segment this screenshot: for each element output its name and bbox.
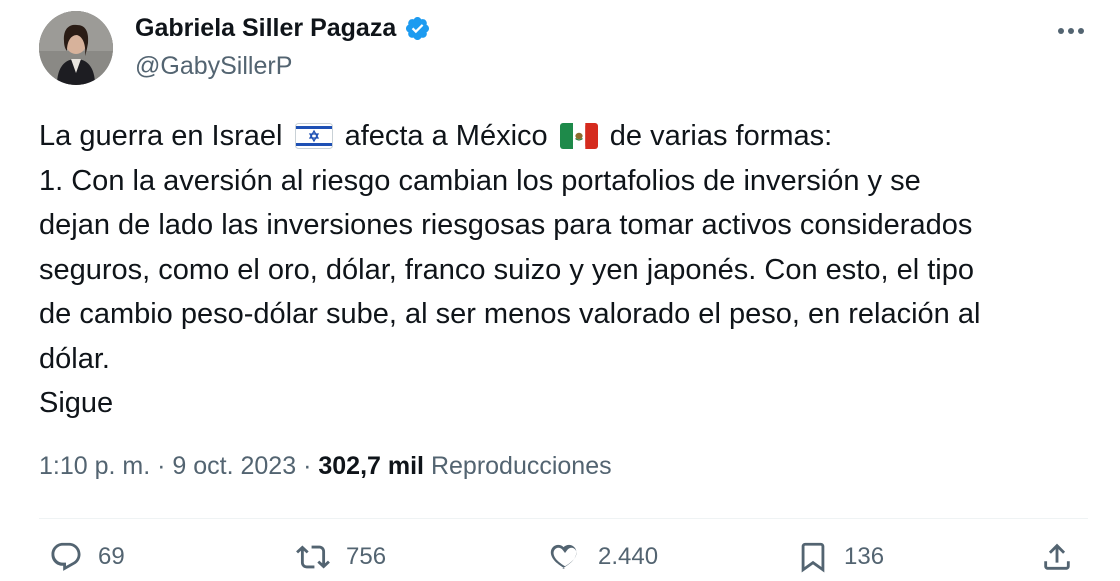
author-name-row[interactable]: Gabriela Siller Pagaza — [135, 14, 431, 43]
tweet-line: 1. Con la aversión al riesgo cambian los… — [39, 164, 921, 197]
tweet-line: dólar. — [39, 342, 110, 375]
tweet-time[interactable]: 1:10 p. m. — [39, 452, 150, 480]
reply-button[interactable]: 69 — [48, 540, 125, 574]
tweet-line: de cambio peso-dólar sube, al ser menos … — [39, 298, 981, 330]
tweet-line: seguros, como el oro, dólar, franco suiz… — [39, 253, 974, 286]
bookmark-button[interactable]: 136 — [796, 540, 884, 574]
tweet-date[interactable]: 9 oct. 2023 — [172, 452, 296, 480]
like-count: 2.440 — [598, 543, 659, 570]
tweet-text-segment: afecta a México — [344, 120, 548, 152]
repost-icon — [296, 545, 330, 569]
avatar[interactable] — [39, 11, 113, 85]
tweet-line: dejan de lado las inversiones riesgosas … — [39, 209, 973, 241]
reply-icon — [51, 542, 81, 571]
bookmark-count: 136 — [844, 543, 885, 570]
like-icon — [550, 544, 577, 569]
tweet-text-segment: de varias formas: — [609, 120, 833, 152]
more-options-button[interactable] — [1054, 14, 1088, 48]
author-name[interactable]: Gabriela Siller Pagaza — [135, 14, 396, 43]
divider — [39, 518, 1088, 519]
tweet-text: La guerra en Israel afecta a México de v… — [39, 114, 1099, 426]
reply-count: 69 — [98, 543, 125, 570]
author-handle[interactable]: @GabySillerP — [135, 52, 292, 81]
action-bar: 69 756 2.440 136 — [0, 540, 1120, 581]
israel-flag-emoji — [294, 123, 333, 149]
meta-separator: · — [157, 452, 166, 480]
tweet-text-segment: La guerra en Israel — [39, 120, 283, 152]
mexico-flag-emoji — [559, 123, 598, 149]
meta-separator: · — [303, 452, 312, 480]
more-horizontal-icon — [1058, 28, 1084, 34]
bookmark-icon — [801, 542, 825, 573]
like-button[interactable]: 2.440 — [546, 540, 658, 574]
share-icon — [1044, 543, 1070, 570]
repost-count: 756 — [346, 543, 387, 570]
tweet-meta: 1:10 p. m. · 9 oct. 2023 · 302,7 mil Rep… — [39, 452, 612, 481]
tweet-line: La guerra en Israel afecta a México de v… — [39, 114, 1099, 159]
views-label: Reproducciones — [430, 452, 612, 480]
views-count: 302,7 mil — [318, 452, 424, 480]
profile-photo — [39, 11, 113, 85]
share-button[interactable] — [1040, 540, 1074, 574]
tweet-line: Sigue — [39, 387, 114, 419]
repost-button[interactable]: 756 — [294, 540, 386, 574]
verified-badge-icon — [406, 16, 430, 41]
